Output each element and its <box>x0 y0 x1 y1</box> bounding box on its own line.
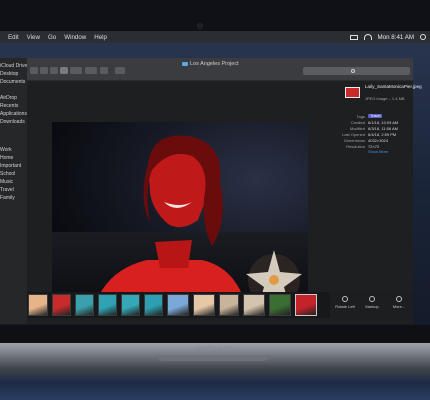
photo-preview[interactable] <box>52 122 308 313</box>
filmstrip-thumbnail[interactable] <box>219 294 239 316</box>
sidebar-item-school[interactable]: School <box>0 171 27 177</box>
show-more-link[interactable]: Show More <box>368 149 388 154</box>
lid-notch <box>157 355 269 361</box>
markup-icon <box>369 296 375 302</box>
file-thumbnail <box>345 87 360 98</box>
sidebar-item-recents[interactable]: Recents <box>0 103 27 109</box>
meta-value: 4032×3024 <box>368 138 389 143</box>
sidebar-item-documents[interactable]: Documents <box>0 79 27 85</box>
markup-button[interactable]: Markup <box>359 292 385 318</box>
action-button[interactable] <box>85 67 97 74</box>
filmstrip <box>27 292 330 318</box>
file-name: Laily_SantaMonicaPier.jpeg <box>365 84 422 89</box>
meta-value: 6/1/18, 10:09 AM <box>368 120 399 125</box>
bezel-chin <box>0 325 430 343</box>
filmstrip-thumbnail[interactable] <box>193 294 215 316</box>
gallery-view-button[interactable] <box>60 67 68 74</box>
portrait-photo <box>92 135 302 313</box>
meta-label: Created <box>350 120 365 125</box>
status-area: Mon 8:41 AM <box>349 31 426 43</box>
finder-sidebar: iCloud Drive Desktop Documents AirDrop R… <box>0 58 27 324</box>
menu-go[interactable]: Go <box>48 34 56 41</box>
clock[interactable]: Mon 8:41 AM <box>378 34 414 41</box>
back-button[interactable] <box>30 67 38 74</box>
search-icon <box>351 68 355 73</box>
menu-view[interactable]: View <box>27 34 40 41</box>
menu-help[interactable]: Help <box>94 34 107 41</box>
filmstrip-thumbnail[interactable] <box>28 294 48 316</box>
meta-label: Last Opened <box>342 132 365 137</box>
filmstrip-thumbnail[interactable] <box>144 294 163 316</box>
camera <box>197 23 203 29</box>
sidebar-item-downloads[interactable]: Downloads <box>0 119 27 125</box>
search-input[interactable] <box>303 67 410 75</box>
tag-badge[interactable]: Travel <box>368 114 383 118</box>
window-title: Los Angeles Project <box>182 61 239 67</box>
sidebar-item-applications[interactable]: Applications <box>0 111 27 117</box>
sidebar-item-airdrop[interactable]: AirDrop <box>0 95 27 101</box>
airplay-icon[interactable] <box>349 34 358 40</box>
sidebar-item-family[interactable]: Family <box>0 195 27 201</box>
sidebar-item-travel[interactable]: Travel <box>0 187 27 193</box>
meta-value: 6/3/18, 11:56 AM <box>368 126 398 131</box>
meta-label: Modified <box>349 126 365 131</box>
filmstrip-thumbnail[interactable] <box>52 294 71 316</box>
filmstrip-thumbnail[interactable] <box>121 294 140 316</box>
file-kind: JPEG image – 1.4 MB <box>365 96 405 101</box>
menu-window[interactable]: Window <box>64 34 86 41</box>
quick-actions: Rotate Left Markup More... <box>330 292 413 318</box>
sidebar-item-desktop[interactable]: Desktop <box>0 71 27 77</box>
more-icon <box>396 296 402 302</box>
meta-label: Dimensions <box>344 138 365 143</box>
spotlight-icon[interactable] <box>420 34 426 40</box>
menu-edit[interactable]: Edit <box>8 34 19 41</box>
sidebar-item-important[interactable]: Important <box>0 163 27 169</box>
info-panel: Laily_SantaMonicaPier.jpeg JPEG image – … <box>336 81 422 293</box>
tags-button[interactable] <box>115 67 125 74</box>
filmstrip-thumbnail[interactable] <box>269 294 291 316</box>
menu-bar: Edit View Go Window Help Mon 8:41 AM <box>0 31 430 43</box>
laptop-brand: MacBook Pro <box>195 345 235 352</box>
filmstrip-thumbnail[interactable] <box>98 294 117 316</box>
filmstrip-thumbnail[interactable] <box>243 294 265 316</box>
group-button[interactable] <box>70 67 82 74</box>
meta-label: Resolution <box>346 144 365 149</box>
meta-label: Tags <box>356 114 365 119</box>
rotate-left-button[interactable]: Rotate Left <box>332 292 358 318</box>
share-button[interactable] <box>100 67 108 74</box>
neck <box>155 240 192 268</box>
sidebar-item-icloud-drive[interactable]: iCloud Drive <box>0 63 27 69</box>
more-button[interactable]: More... <box>386 292 412 318</box>
rotate-left-label: Rotate Left <box>335 304 355 309</box>
list-view-button[interactable] <box>50 67 58 74</box>
window-toolbar: Los Angeles Project <box>27 58 413 81</box>
filmstrip-thumbnail[interactable] <box>295 294 317 316</box>
wifi-icon[interactable] <box>363 34 372 40</box>
filmstrip-thumbnail[interactable] <box>75 294 94 316</box>
filmstrip-thumbnail[interactable] <box>167 294 189 316</box>
rotate-left-icon <box>342 296 348 302</box>
sidebar-item-music[interactable]: Music <box>0 179 27 185</box>
more-label: More... <box>392 304 406 309</box>
sidebar-item-home[interactable]: Home <box>0 155 27 161</box>
folder-icon <box>182 61 188 66</box>
icon-view-button[interactable] <box>40 67 48 74</box>
markup-label: Markup <box>365 304 379 309</box>
meta-value: 6/4/18, 2:59 PM <box>368 132 397 137</box>
sidebar-item-work[interactable]: Work <box>0 147 27 153</box>
